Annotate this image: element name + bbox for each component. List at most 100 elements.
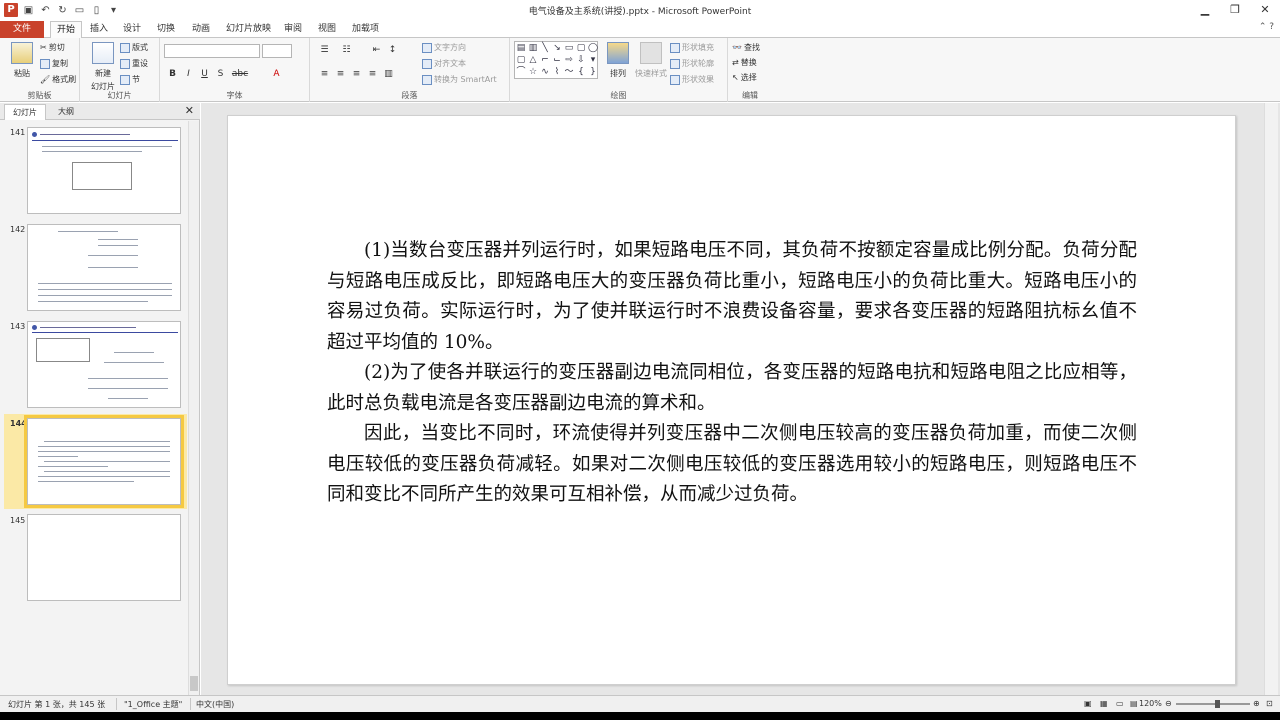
right-arrow-shape-icon[interactable]: ⇨: [563, 54, 575, 66]
font-size-combo[interactable]: [262, 44, 292, 58]
italic-button[interactable]: I: [182, 68, 195, 81]
justify-icon[interactable]: ≡: [366, 68, 379, 81]
paste-button[interactable]: 粘贴: [8, 42, 36, 79]
oval-shape-icon[interactable]: ◯: [587, 42, 599, 54]
shapes-gallery[interactable]: ▤ ▥ ╲ ↘ ▭ ▢ ◯ ▢ △ ⌐ ⌙ ⇨ ⇩ ▾ ⌒ ☆ ∿ ⌇ 〜{}: [514, 41, 598, 79]
layout-icon: [120, 42, 130, 53]
brace-right-shape-icon[interactable]: }: [587, 66, 599, 78]
copy-button[interactable]: 复制: [40, 58, 68, 69]
section-button[interactable]: 节: [120, 74, 140, 85]
indent-icon[interactable]: ⇤: [370, 44, 383, 57]
rectangle-shape-icon[interactable]: ▭: [563, 42, 575, 54]
tab-file[interactable]: 文件: [0, 21, 44, 38]
font-color-icon[interactable]: A: [270, 68, 283, 81]
elbow-shape-icon[interactable]: ⌐: [539, 54, 551, 66]
tab-home[interactable]: 开始: [50, 21, 83, 38]
shape-fill-button[interactable]: 形状填充: [670, 42, 714, 53]
arrow-line-shape-icon[interactable]: ↘: [551, 42, 563, 54]
shape-effects-button[interactable]: 形状效果: [670, 74, 714, 85]
zoom-in-icon[interactable]: ⊕: [1253, 699, 1260, 708]
arrange-button[interactable]: 排列: [607, 42, 629, 79]
normal-view-icon[interactable]: ▣: [1084, 699, 1092, 708]
align-text-button[interactable]: 对齐文本: [422, 58, 466, 69]
columns-icon[interactable]: ▥: [382, 68, 395, 81]
cut-button[interactable]: ✂ 剪切: [40, 42, 65, 53]
fit-slide-icon[interactable]: ⊡: [1266, 699, 1273, 708]
rounded-rect-shape-icon[interactable]: ▢: [575, 42, 587, 54]
slide-thumbnail-141[interactable]: [27, 127, 181, 214]
star-shape-icon[interactable]: ☆: [527, 66, 539, 78]
font-name-combo[interactable]: [164, 44, 260, 58]
language[interactable]: 中文(中国): [196, 699, 234, 710]
format-painter-button[interactable]: 🖌 格式刷: [40, 74, 76, 85]
scribble-shape-icon[interactable]: 〜: [563, 66, 575, 78]
slide-thumbnail-144[interactable]: [24, 415, 184, 508]
slide-thumbnail-142[interactable]: [27, 224, 181, 311]
line-shape-icon[interactable]: ╲: [539, 42, 551, 54]
slide-thumbnail-143[interactable]: [27, 321, 181, 408]
slideshow-view-icon[interactable]: ▤: [1130, 699, 1138, 708]
numbering-icon[interactable]: ☷: [340, 44, 353, 57]
textbox-v-shape-icon[interactable]: ▥: [527, 42, 539, 54]
bracket-shape-icon[interactable]: ⌒: [515, 66, 527, 78]
reset-button[interactable]: 重设: [120, 58, 148, 69]
tab-slides[interactable]: 幻灯片: [4, 104, 46, 120]
panel-tabs: 幻灯片 大纲 ✕: [0, 103, 200, 120]
strikethrough-button[interactable]: abc: [230, 68, 250, 81]
textbox-shape-icon[interactable]: ▤: [515, 42, 527, 54]
select-button[interactable]: ↖ 选择: [732, 72, 757, 83]
editor-scrollbar[interactable]: [1264, 103, 1278, 695]
align-left-icon[interactable]: ≡: [318, 68, 331, 81]
restore-button[interactable]: ❐: [1220, 0, 1250, 20]
connector-shape-icon[interactable]: ⌙: [551, 54, 563, 66]
down-arrow-shape-icon[interactable]: ⇩: [575, 54, 587, 66]
shadow-button[interactable]: S: [214, 68, 227, 81]
help-icon[interactable]: ⌃ ?: [1259, 22, 1274, 32]
tab-design[interactable]: 设计: [117, 21, 147, 38]
reading-view-icon[interactable]: ▭: [1116, 699, 1124, 708]
sorter-view-icon[interactable]: ▦: [1100, 699, 1108, 708]
line-spacing-icon[interactable]: ↕: [386, 44, 399, 57]
tab-outline[interactable]: 大纲: [50, 104, 82, 120]
minimize-button[interactable]: ▁: [1190, 0, 1220, 20]
tab-animations[interactable]: 动画: [186, 21, 216, 38]
find-button[interactable]: 👓 查找: [732, 42, 760, 53]
quick-styles-button[interactable]: 快速样式: [634, 42, 668, 79]
replace-button[interactable]: ⇄ 替换: [732, 57, 757, 68]
current-slide[interactable]: (1)当数台变压器并列运行时，如果短路电压不同，其负荷不按额定容量成比例分配。负…: [227, 115, 1236, 685]
layout-button[interactable]: 版式: [120, 42, 148, 53]
scrollbar-thumb[interactable]: [190, 676, 198, 691]
rect-shape-icon[interactable]: ▢: [515, 54, 527, 66]
zoom-slider[interactable]: [1176, 700, 1250, 708]
tab-insert[interactable]: 插入: [84, 21, 114, 38]
more-shapes-icon[interactable]: ▾: [587, 54, 599, 66]
zoom-level[interactable]: 120%: [1139, 699, 1162, 708]
align-right-icon[interactable]: ≡: [350, 68, 363, 81]
shape-outline-button[interactable]: 形状轮廓: [670, 58, 714, 69]
triangle-shape-icon[interactable]: △: [527, 54, 539, 66]
tab-transitions[interactable]: 切换: [151, 21, 181, 38]
text-direction-button[interactable]: 文字方向: [422, 42, 466, 53]
panel-scrollbar[interactable]: [188, 121, 199, 695]
brace-left-shape-icon[interactable]: {: [575, 66, 587, 78]
tab-slideshow[interactable]: 幻灯片放映: [220, 21, 277, 38]
freeform-shape-icon[interactable]: ⌇: [551, 66, 563, 78]
slide-thumbnail-145[interactable]: [27, 514, 181, 601]
bold-button[interactable]: B: [166, 68, 179, 81]
thumb-line: [88, 255, 138, 256]
close-button[interactable]: ✕: [1250, 0, 1280, 20]
slide-text-box[interactable]: (1)当数台变压器并列运行时，如果短路电压不同，其负荷不按额定容量成比例分配。负…: [327, 236, 1137, 511]
tab-addins[interactable]: 加载项: [346, 21, 385, 38]
underline-button[interactable]: U: [198, 68, 211, 81]
zoom-slider-knob[interactable]: [1214, 700, 1220, 708]
close-icon[interactable]: ✕: [185, 104, 194, 117]
bullets-icon[interactable]: ☰: [318, 44, 331, 57]
tab-review[interactable]: 审阅: [278, 21, 308, 38]
zoom-out-icon[interactable]: ⊖: [1165, 699, 1172, 708]
tab-view[interactable]: 视图: [312, 21, 342, 38]
editing-group: 👓 查找 ⇄ 替换 ↖ 选择 编辑: [728, 38, 772, 102]
curve-shape-icon[interactable]: ∿: [539, 66, 551, 78]
smartart-button[interactable]: 转换为 SmartArt: [422, 74, 497, 85]
new-slide-button[interactable]: 新建 幻灯片: [86, 42, 120, 92]
align-center-icon[interactable]: ≡: [334, 68, 347, 81]
